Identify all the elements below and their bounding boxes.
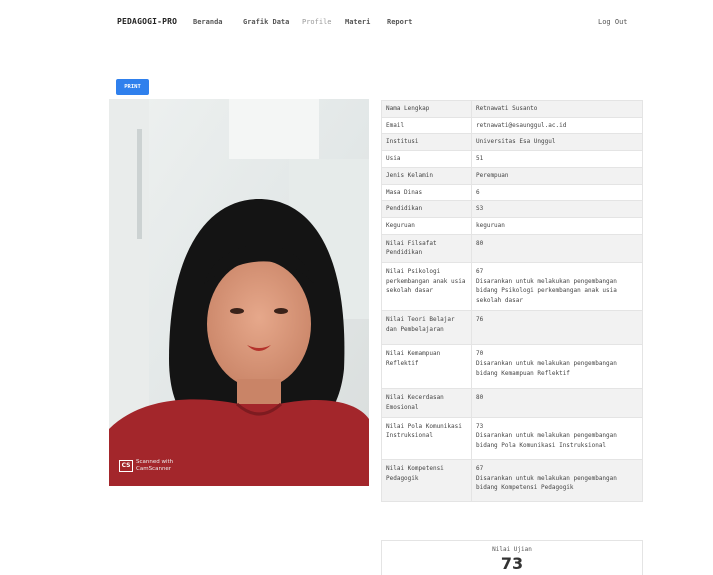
- table-row: Nilai Kompetensi Pedagogik 67 Disarankan…: [381, 458, 643, 502]
- row-label: Nama Lengkap: [381, 100, 472, 118]
- camscanner-line2: CamScanner: [136, 465, 172, 472]
- print-button[interactable]: PRINT: [116, 79, 149, 95]
- logout-link[interactable]: Log Out: [598, 18, 628, 26]
- profile-table: Nama Lengkap Retnawati Susanto Email ret…: [381, 100, 643, 502]
- table-row: Nilai Kecerdasan Emosional 80: [381, 388, 643, 418]
- row-value: S3: [471, 200, 643, 218]
- camscanner-logo: CS: [119, 459, 133, 472]
- row-label: Nilai Pola Komunikasi Instruksional: [381, 416, 472, 460]
- row-value: 67: [476, 464, 484, 472]
- row-advice: Disarankan untuk melakukan pengembangan …: [476, 359, 617, 377]
- row-label: Jenis Kelamin: [381, 166, 472, 185]
- row-label: Nilai Kemampuan Reflektif: [381, 344, 472, 390]
- row-value: Perempuan: [471, 166, 643, 185]
- row-value: Retnawati Susanto: [471, 100, 643, 118]
- row-label: Nilai Teori Belajar dan Pembelajaran: [381, 309, 472, 346]
- row-value: 73: [476, 422, 484, 430]
- nav-report[interactable]: Report: [387, 18, 412, 26]
- row-label: Nilai Filsafat Pendidikan: [381, 233, 472, 264]
- row-value: 51: [471, 150, 643, 168]
- table-row: Pendidikan S3: [381, 200, 643, 218]
- row-label: Nilai Kecerdasan Emosional: [381, 388, 472, 418]
- nav-beranda[interactable]: Beranda: [193, 18, 223, 26]
- table-row: Masa Dinas 6: [381, 183, 643, 202]
- row-label: Institusi: [381, 133, 472, 152]
- table-row: Institusi Universitas Esa Unggul: [381, 133, 643, 152]
- table-row: Nilai Filsafat Pendidikan 80: [381, 233, 643, 264]
- row-label: Nilai Kompetensi Pedagogik: [381, 458, 472, 502]
- row-value: 80: [471, 233, 643, 264]
- table-row: Email retnawati@esaunggul.ac.id: [381, 116, 643, 135]
- table-row: Nilai Kemampuan Reflektif 70 Disarankan …: [381, 344, 643, 390]
- row-value: Universitas Esa Unggul: [471, 133, 643, 152]
- profile-photo: CS Scanned with CamScanner: [109, 99, 369, 486]
- row-value: retnawati@esaunggul.ac.id: [471, 116, 643, 135]
- row-label: Masa Dinas: [381, 183, 472, 202]
- brand-logo[interactable]: PEDAGOGI-PRO: [117, 17, 177, 26]
- row-label: Nilai Psikologi perkembangan anak usia s…: [381, 262, 472, 311]
- navbar: PEDAGOGI-PRO Beranda Grafik Data Profile…: [0, 0, 713, 44]
- table-row: Nilai Pola Komunikasi Instruksional 73 D…: [381, 416, 643, 460]
- row-value: 76: [471, 309, 643, 346]
- table-row: Usia 51: [381, 150, 643, 168]
- nav-profile[interactable]: Profile: [302, 18, 332, 26]
- nav-grafik-data[interactable]: Grafik Data: [243, 18, 289, 26]
- table-row: Nama Lengkap Retnawati Susanto: [381, 100, 643, 118]
- row-value: 6: [471, 183, 643, 202]
- row-label: Email: [381, 116, 472, 135]
- table-row: Nilai Teori Belajar dan Pembelajaran 76: [381, 309, 643, 346]
- exam-score-label: Nilai Ujian: [492, 546, 532, 553]
- row-label: Usia: [381, 150, 472, 168]
- row-value: keguruan: [471, 216, 643, 235]
- camscanner-badge: CS Scanned with CamScanner: [119, 459, 173, 472]
- row-value: 70: [476, 350, 484, 358]
- row-value: 80: [471, 388, 643, 418]
- exam-score: Nilai Ujian 73: [381, 540, 643, 575]
- row-value: 67: [476, 268, 484, 276]
- camscanner-line1: Scanned with: [136, 459, 174, 465]
- table-row: Keguruan keguruan: [381, 216, 643, 235]
- table-row: Jenis Kelamin Perempuan: [381, 166, 643, 185]
- row-label: Keguruan: [381, 216, 472, 235]
- row-advice: Disarankan untuk melakukan pengembangan …: [476, 432, 617, 450]
- exam-score-value: 73: [500, 554, 524, 573]
- row-advice: Disarankan untuk melakukan pengembangan …: [476, 277, 617, 305]
- row-label: Pendidikan: [381, 200, 472, 218]
- row-advice: Disarankan untuk melakukan pengembangan …: [476, 474, 617, 492]
- nav-materi[interactable]: Materi: [345, 18, 370, 26]
- table-row: Nilai Psikologi perkembangan anak usia s…: [381, 262, 643, 311]
